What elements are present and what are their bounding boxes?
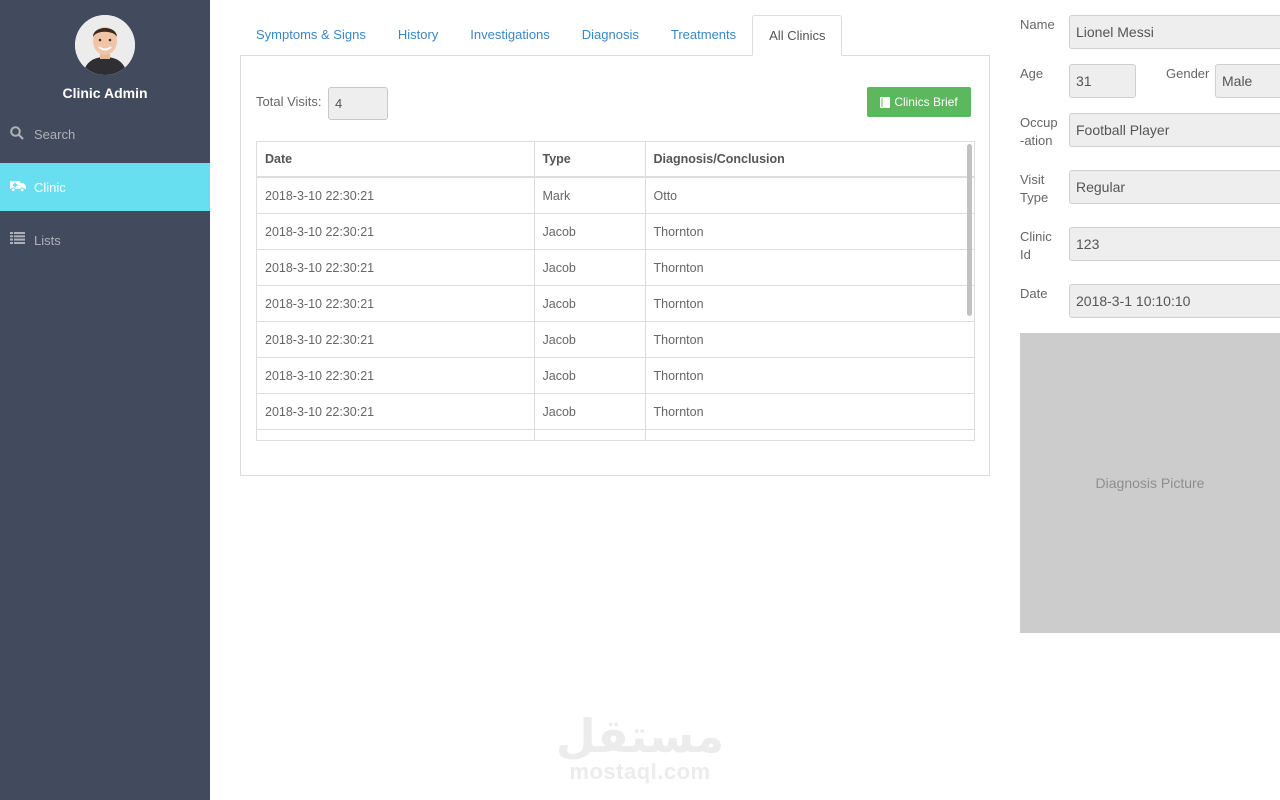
sidebar-item-label: Clinic bbox=[34, 179, 66, 195]
clinic-id-field[interactable]: 123 bbox=[1069, 227, 1280, 261]
occupation-label-line-2: -ation bbox=[1020, 133, 1053, 148]
sidebar-item-label: Search bbox=[34, 126, 76, 142]
table-row[interactable]: 2018-3-10 22:30:21 Jacob Thornton bbox=[257, 393, 974, 430]
cell-type: Mark bbox=[534, 177, 646, 214]
all-clinics-panel: Total Visits: 4 Clinics Brief Date Type … bbox=[240, 55, 990, 476]
cell-diagnosis: Thornton bbox=[645, 357, 974, 394]
cell-type: Jacob bbox=[534, 429, 646, 440]
cell-date: 2018-3-10 22:30:21 bbox=[257, 393, 535, 430]
clinic-id-label-line-1: Clinic bbox=[1020, 229, 1052, 244]
clinics-brief-button[interactable]: Clinics Brief bbox=[867, 87, 971, 117]
clinics-brief-label: Clinics Brief bbox=[894, 95, 958, 109]
occupation-field[interactable]: Football Player bbox=[1069, 113, 1280, 147]
occupation-label-line-1: Occup bbox=[1020, 115, 1058, 130]
admin-avatar-image bbox=[75, 15, 135, 75]
ambulance-icon bbox=[10, 179, 26, 195]
table-row[interactable]: 2018-3-10 22:30:21 Jacob Thornton bbox=[257, 321, 974, 358]
occupation-label: Occup -ation bbox=[1020, 114, 1058, 150]
watermark: مستقل mostaql.com bbox=[540, 712, 740, 784]
clinic-id-label-line-2: Id bbox=[1020, 247, 1031, 262]
table-row[interactable]: 2018-3-10 22:30:21 Jacob Thornton bbox=[257, 213, 974, 250]
cell-diagnosis: Thornton bbox=[645, 249, 974, 286]
visit-type-field[interactable]: Regular bbox=[1069, 170, 1280, 204]
cell-diagnosis: Otto bbox=[645, 177, 974, 214]
clinics-table: Date Type Diagnosis/Conclusion 2018-3-10… bbox=[256, 141, 975, 441]
cell-type: Jacob bbox=[534, 249, 646, 286]
date-field[interactable]: 2018-3-1 10:10:10 bbox=[1069, 284, 1280, 318]
column-header-type[interactable]: Type bbox=[534, 142, 646, 178]
table-header-row: Date Type Diagnosis/Conclusion bbox=[257, 142, 974, 178]
cell-date: 2018-3-10 22:30:21 bbox=[257, 285, 535, 322]
total-visits-field[interactable]: 4 bbox=[328, 87, 388, 120]
tab-investigations[interactable]: Investigations bbox=[454, 15, 566, 55]
cell-date: 2018-3-10 22:30:21 bbox=[257, 177, 535, 214]
table-row[interactable]: 2018-3-10 22:30:21 Jacob Thornton bbox=[257, 285, 974, 322]
visit-type-label: Visit Type bbox=[1020, 171, 1048, 207]
date-label: Date bbox=[1020, 286, 1048, 301]
diagnosis-picture[interactable]: Diagnosis Picture bbox=[1020, 333, 1280, 633]
watermark-latin: mostaql.com bbox=[569, 759, 711, 784]
tab-history[interactable]: History bbox=[382, 15, 454, 55]
table-scrollbar[interactable] bbox=[967, 144, 972, 316]
watermark-arabic: مستقل bbox=[555, 710, 725, 762]
tab-treatments[interactable]: Treatments bbox=[655, 15, 752, 55]
total-visits-label: Total Visits: bbox=[256, 94, 322, 109]
visit-type-label-line-1: Visit bbox=[1020, 172, 1045, 187]
cell-type: Jacob bbox=[534, 321, 646, 358]
cell-type: Jacob bbox=[534, 213, 646, 250]
sidebar-item-lists[interactable]: Lists bbox=[0, 216, 210, 264]
sidebar: Clinic Admin Search Clinic Lists bbox=[0, 0, 210, 800]
table-row[interactable]: 2018-3-10 22:30:21 Mark Otto bbox=[257, 177, 974, 214]
gender-field[interactable]: Male bbox=[1215, 64, 1280, 98]
cell-diagnosis: Thornton bbox=[645, 213, 974, 250]
cell-date: 2018-3-10 22:30:21 bbox=[257, 249, 535, 286]
column-header-diagnosis[interactable]: Diagnosis/Conclusion bbox=[645, 142, 974, 178]
name-label: Name bbox=[1020, 17, 1055, 32]
cell-date: 2018-3-10 22:30:21 bbox=[257, 321, 535, 358]
table-row[interactable]: 2018-3-10 22:30:21 Jacob Thornton bbox=[257, 249, 974, 286]
cell-diagnosis: Thornton bbox=[645, 285, 974, 322]
cell-diagnosis: Thornton bbox=[645, 321, 974, 358]
cell-diagnosis: Thornton bbox=[645, 393, 974, 430]
gender-label: Gender bbox=[1166, 66, 1210, 81]
tab-symptoms-signs[interactable]: Symptoms & Signs bbox=[240, 15, 382, 55]
column-header-date[interactable]: Date bbox=[257, 142, 535, 178]
cell-diagnosis: Thornton bbox=[645, 429, 974, 440]
clinic-id-label: Clinic Id bbox=[1020, 228, 1052, 264]
sidebar-item-label: Lists bbox=[34, 232, 61, 248]
age-label: Age bbox=[1020, 66, 1044, 81]
cell-type: Jacob bbox=[534, 285, 646, 322]
tab-diagnosis[interactable]: Diagnosis bbox=[566, 15, 655, 55]
tab-all-clinics[interactable]: All Clinics bbox=[752, 15, 843, 56]
search-icon bbox=[10, 126, 26, 142]
name-field[interactable]: Lionel Messi bbox=[1069, 15, 1280, 49]
age-field[interactable]: 31 bbox=[1069, 64, 1136, 98]
cell-type: Jacob bbox=[534, 357, 646, 394]
admin-name: Clinic Admin bbox=[62, 85, 148, 101]
sidebar-item-search[interactable]: Search bbox=[0, 110, 210, 158]
cell-type: Jacob bbox=[534, 393, 646, 430]
list-icon bbox=[10, 232, 26, 248]
cell-date: 2018-3-10 22:30:21 bbox=[257, 357, 535, 394]
table-row[interactable]: 2018-3-10 22:30:21 Jacob Thornton bbox=[257, 357, 974, 394]
table-row[interactable]: 2018-3-10 22:30:21 Jacob Thornton bbox=[257, 429, 974, 440]
sidebar-item-clinic[interactable]: Clinic bbox=[0, 163, 210, 211]
diagnosis-picture-label: Diagnosis Picture bbox=[1095, 475, 1205, 491]
visit-type-label-line-2: Type bbox=[1020, 190, 1049, 205]
clinic-tabs: Symptoms & Signs History Investigations … bbox=[240, 15, 843, 56]
book-icon bbox=[880, 96, 891, 108]
avatar[interactable] bbox=[75, 15, 135, 75]
cell-date: 2018-3-10 22:30:21 bbox=[257, 429, 535, 440]
cell-date: 2018-3-10 22:30:21 bbox=[257, 213, 535, 250]
